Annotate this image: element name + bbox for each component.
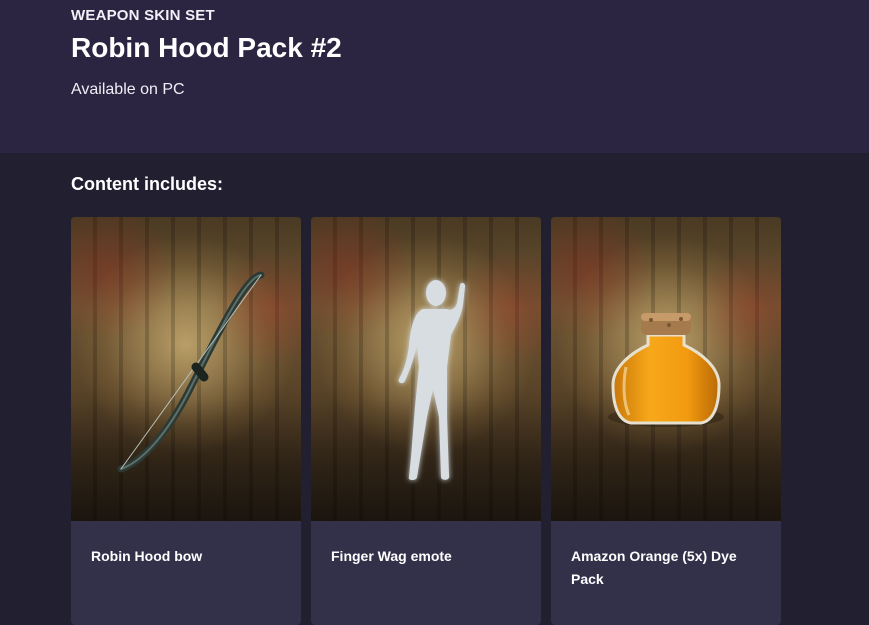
content-card-bow[interactable]: Robin Hood bow bbox=[71, 217, 301, 625]
product-type-label: WEAPON SKIN SET bbox=[71, 7, 215, 24]
card-image bbox=[551, 217, 781, 521]
content-heading: Content includes: bbox=[71, 174, 223, 194]
content-card-emote[interactable]: Finger Wag emote bbox=[311, 217, 541, 625]
card-label: Finger Wag emote bbox=[331, 548, 452, 564]
card-label: Robin Hood bow bbox=[91, 548, 203, 564]
platform-availability: Available on PC bbox=[71, 81, 185, 98]
product-header: WEAPON SKIN SET Robin Hood Pack #2 Avail… bbox=[0, 0, 869, 153]
content-card-list: Robin Hood bow Finger Wag emote Amazon O… bbox=[71, 217, 781, 625]
card-image bbox=[71, 217, 301, 521]
content-card-dye[interactable]: Amazon Orange (5x) Dye Pack bbox=[551, 217, 781, 625]
page-title: Robin Hood Pack #2 bbox=[71, 32, 342, 63]
emote-silhouette-icon bbox=[398, 280, 466, 480]
dye-jar-icon bbox=[608, 313, 724, 427]
card-label: Amazon Orange (5x) Dye Pack bbox=[571, 548, 737, 587]
bow-icon bbox=[117, 271, 265, 473]
content-section: Content includes: Robin Hood bow Finger … bbox=[0, 153, 869, 625]
card-image bbox=[311, 217, 541, 521]
